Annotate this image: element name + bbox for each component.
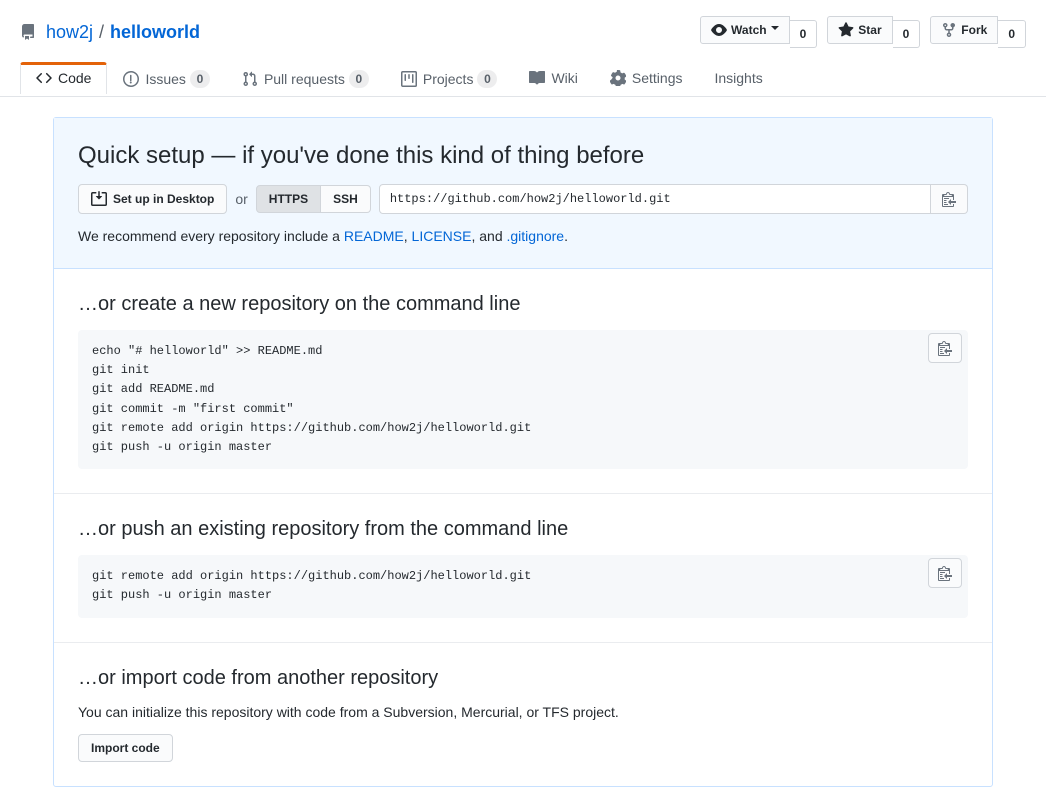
project-icon bbox=[401, 71, 417, 87]
path-separator: / bbox=[99, 22, 104, 43]
clipboard-icon bbox=[937, 565, 953, 581]
repo-tabs: Code Issues 0 Pull requests 0 Projects 0… bbox=[0, 62, 1046, 97]
caret-down-icon bbox=[771, 26, 779, 34]
pulls-count: 0 bbox=[349, 70, 369, 88]
tab-pulls[interactable]: Pull requests 0 bbox=[226, 62, 385, 96]
setup-desktop-button[interactable]: Set up in Desktop bbox=[78, 184, 227, 214]
tab-wiki[interactable]: Wiki bbox=[513, 62, 593, 94]
star-button[interactable]: Star bbox=[827, 16, 892, 44]
repo-icon bbox=[20, 24, 36, 40]
copy-push-button[interactable] bbox=[928, 558, 962, 588]
import-code-button[interactable]: Import code bbox=[78, 734, 173, 762]
watch-button[interactable]: Watch bbox=[700, 16, 790, 44]
desktop-download-icon bbox=[91, 191, 107, 207]
quick-setup-title: Quick setup — if you've done this kind o… bbox=[78, 142, 968, 170]
projects-count: 0 bbox=[477, 70, 497, 88]
readme-link[interactable]: README bbox=[344, 228, 404, 244]
https-button[interactable]: HTTPS bbox=[256, 185, 321, 213]
clone-url-input[interactable] bbox=[379, 184, 931, 214]
pull-request-icon bbox=[242, 71, 258, 87]
push-repo-title: …or push an existing repository from the… bbox=[78, 518, 968, 541]
create-repo-title: …or create a new repository on the comma… bbox=[78, 293, 968, 316]
push-code[interactable]: git remote add origin https://github.com… bbox=[78, 555, 968, 617]
clipboard-icon bbox=[937, 340, 953, 356]
or-text: or bbox=[235, 191, 247, 207]
repo-link[interactable]: helloworld bbox=[110, 22, 200, 43]
fork-button[interactable]: Fork bbox=[930, 16, 998, 44]
protocol-toggle: HTTPS SSH bbox=[256, 185, 371, 213]
ssh-button[interactable]: SSH bbox=[321, 185, 371, 213]
tab-insights[interactable]: Insights bbox=[698, 62, 778, 94]
eye-icon bbox=[711, 22, 727, 38]
copy-create-button[interactable] bbox=[928, 333, 962, 363]
issues-count: 0 bbox=[190, 70, 210, 88]
tab-settings[interactable]: Settings bbox=[594, 62, 699, 94]
gear-icon bbox=[610, 70, 626, 86]
tab-code[interactable]: Code bbox=[20, 62, 107, 94]
repo-title: how2j / helloworld bbox=[20, 22, 200, 43]
gitignore-link[interactable]: .gitignore bbox=[507, 228, 565, 244]
tab-issues[interactable]: Issues 0 bbox=[107, 62, 225, 96]
owner-link[interactable]: how2j bbox=[46, 22, 93, 43]
watch-count[interactable]: 0 bbox=[790, 20, 818, 48]
code-icon bbox=[36, 70, 52, 86]
fork-icon bbox=[941, 22, 957, 38]
star-count[interactable]: 0 bbox=[893, 20, 921, 48]
create-code[interactable]: echo "# helloworld" >> README.md git ini… bbox=[78, 330, 968, 469]
star-icon bbox=[838, 22, 854, 38]
setup-box: Quick setup — if you've done this kind o… bbox=[53, 117, 993, 787]
copy-url-button[interactable] bbox=[931, 184, 968, 214]
issue-icon bbox=[123, 71, 139, 87]
clipboard-icon bbox=[941, 191, 957, 207]
license-link[interactable]: LICENSE bbox=[412, 228, 472, 244]
fork-count[interactable]: 0 bbox=[998, 20, 1026, 48]
book-icon bbox=[529, 70, 545, 86]
import-desc: You can initialize this repository with … bbox=[78, 704, 968, 720]
import-repo-title: …or import code from another repository bbox=[78, 667, 968, 690]
tab-projects[interactable]: Projects 0 bbox=[385, 62, 514, 96]
recommend-text: We recommend every repository include a … bbox=[78, 228, 968, 244]
